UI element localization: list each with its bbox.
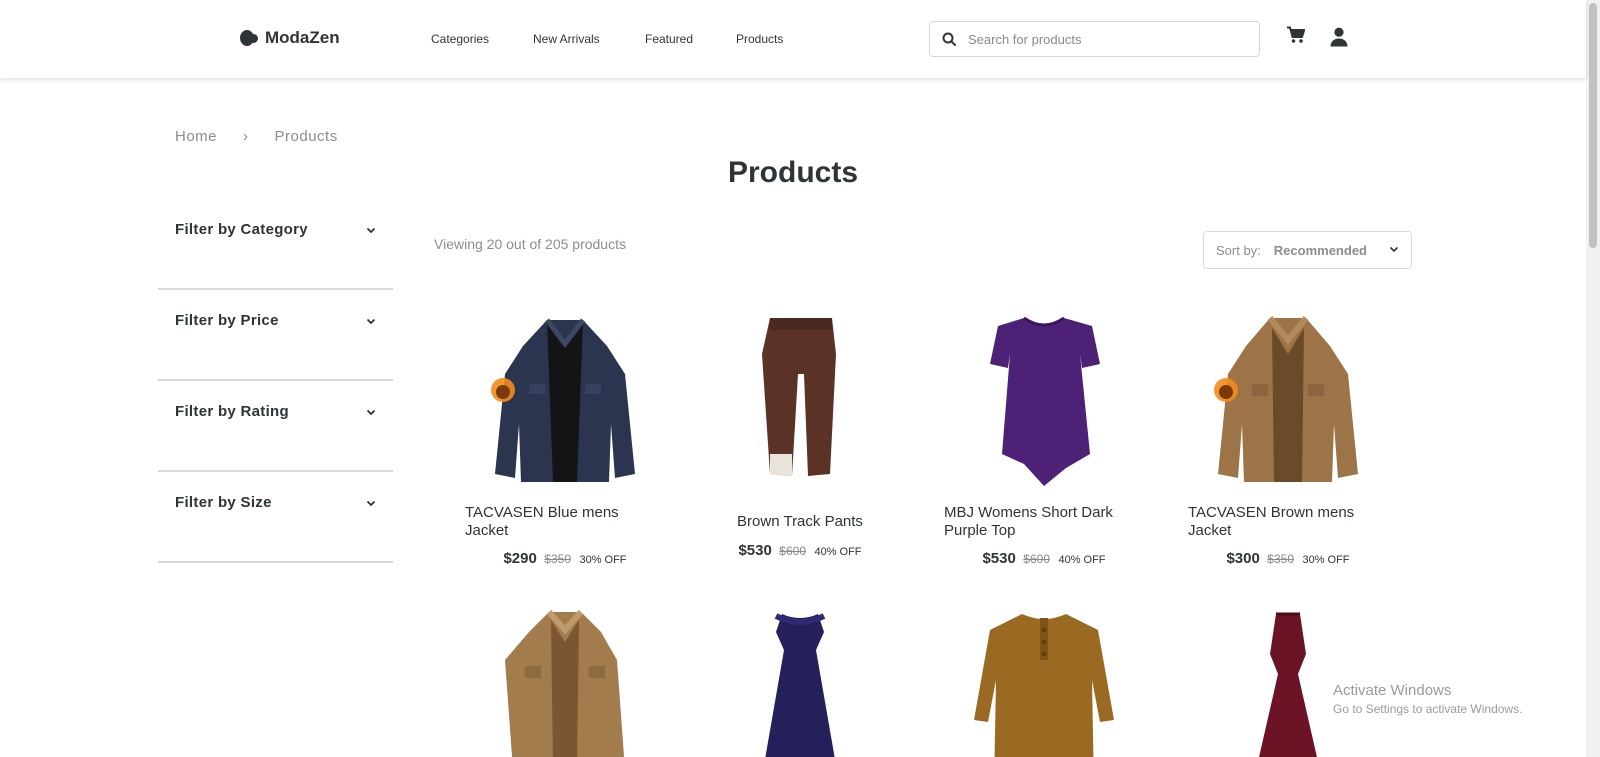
chevron-down-icon: [366, 500, 376, 507]
product-discount: 40% OFF: [1058, 554, 1106, 566]
product-image-tan-jacket-2: [505, 610, 625, 757]
product-price-row: $290 $350 30% OFF: [465, 550, 665, 568]
search-box[interactable]: [929, 21, 1260, 57]
product-image-navy-jacket: [491, 318, 635, 482]
breadcrumb-current: Products: [274, 128, 338, 145]
top-header: ModaZen Categories New Arrivals Featured…: [0, 0, 1586, 78]
filter-size[interactable]: Filter by Size: [158, 471, 393, 563]
windows-activation-watermark: Activate Windows Go to Settings to activ…: [1333, 682, 1522, 716]
product-image-tan-jacket: [1214, 316, 1358, 482]
product-image-brown-pants: [762, 318, 836, 476]
product-image-navy-dress: [765, 613, 835, 757]
product-card[interactable]: [465, 610, 665, 757]
product-name[interactable]: MBJ Womens Short Dark Purple Top: [944, 504, 1144, 540]
product-price: $530: [982, 550, 1016, 567]
chevron-down-icon: [366, 409, 376, 416]
breadcrumb: Home › Products: [175, 128, 338, 145]
product-price: $530: [738, 542, 772, 559]
nav-products[interactable]: Products: [736, 32, 783, 46]
scrollbar-thumb[interactable]: [1589, 3, 1597, 248]
page-scrollbar[interactable]: [1586, 0, 1600, 757]
nav-featured[interactable]: Featured: [645, 32, 693, 46]
product-image-mustard-henley: [974, 614, 1114, 757]
filter-price-label: Filter by Price: [175, 312, 279, 329]
product-old-price: $600: [1023, 552, 1050, 566]
watermark-title: Activate Windows: [1333, 682, 1452, 699]
logo-icon: [240, 30, 260, 46]
sort-label: Sort by:: [1216, 242, 1261, 258]
product-price-row: $530 $600 40% OFF: [700, 542, 900, 560]
user-icon[interactable]: [1330, 27, 1348, 47]
product-price-row: $300 $350 30% OFF: [1188, 550, 1388, 568]
search-input[interactable]: [966, 30, 1240, 48]
results-count: Viewing 20 out of 205 products: [434, 236, 626, 252]
page-title: Products: [727, 156, 859, 189]
chevron-down-icon: [366, 227, 376, 234]
nav-new-arrivals[interactable]: New Arrivals: [533, 32, 600, 46]
product-card[interactable]: [700, 610, 900, 757]
chevron-down-icon: [366, 318, 376, 325]
sort-dropdown[interactable]: Sort by: Recommended: [1203, 231, 1412, 269]
product-card[interactable]: [944, 610, 1144, 757]
product-old-price: $350: [544, 552, 571, 566]
breadcrumb-separator: ›: [243, 128, 249, 145]
breadcrumb-home[interactable]: Home: [175, 128, 217, 145]
product-old-price: $600: [779, 544, 806, 558]
filter-rating[interactable]: Filter by Rating: [158, 380, 393, 472]
product-name[interactable]: TACVASEN Blue mens Jacket: [465, 504, 665, 540]
product-price-row: $530 $600 40% OFF: [944, 550, 1144, 568]
filter-size-label: Filter by Size: [175, 494, 272, 511]
product-discount: 30% OFF: [1302, 554, 1350, 566]
product-name[interactable]: TACVASEN Brown mens Jacket: [1188, 504, 1388, 540]
product-price: $290: [503, 550, 537, 567]
search-icon: [942, 32, 956, 46]
watermark-subtitle: Go to Settings to activate Windows.: [1333, 702, 1523, 716]
filter-category-label: Filter by Category: [175, 221, 308, 238]
brand-logo[interactable]: ModaZen: [240, 28, 340, 48]
product-discount: 30% OFF: [579, 554, 627, 566]
chevron-down-icon: [1389, 246, 1399, 253]
sort-value: Recommended: [1273, 242, 1367, 258]
brand-name: ModaZen: [265, 28, 340, 47]
product-old-price: $350: [1267, 552, 1294, 566]
cart-icon[interactable]: [1286, 26, 1306, 44]
product-image-purple-top: [990, 316, 1100, 486]
product-discount: 40% OFF: [814, 546, 862, 558]
filter-rating-label: Filter by Rating: [175, 403, 289, 420]
product-name[interactable]: Brown Track Pants: [700, 513, 900, 531]
product-price: $300: [1226, 550, 1260, 567]
nav-categories[interactable]: Categories: [431, 32, 489, 46]
filter-price[interactable]: Filter by Price: [158, 289, 393, 381]
filter-category[interactable]: Filter by Category: [158, 198, 393, 290]
